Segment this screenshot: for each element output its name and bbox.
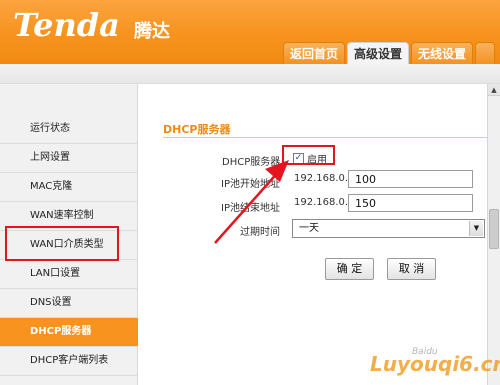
tenda-logo: Tenda <box>13 6 120 44</box>
tab-wireless-settings[interactable]: 无线设置 <box>411 42 474 64</box>
sidebar-item-mac-clone[interactable]: MAC克隆 <box>0 173 138 202</box>
lease-time-value: 一天 <box>299 223 319 234</box>
pool-end-input[interactable] <box>348 194 473 212</box>
tab-advanced-settings[interactable]: 高级设置 <box>347 42 410 65</box>
annotation-box-checkbox <box>282 145 335 165</box>
sidebar-item-dhcp-clients[interactable]: DHCP客户端列表 <box>0 347 138 376</box>
pool-start-input[interactable] <box>348 170 473 188</box>
pool-end-label: IP池结束地址 <box>221 203 280 214</box>
tab-home[interactable]: 返回首页 <box>283 42 346 64</box>
section-title: DHCP服务器 <box>163 123 231 136</box>
lease-time-select[interactable]: 一天 ▼ <box>292 219 485 238</box>
ok-button[interactable]: 确 定 <box>325 258 374 280</box>
tenda-logo-cn: 腾达 <box>134 21 170 42</box>
sub-header-bar <box>0 64 500 84</box>
sidebar-item-lan[interactable]: LAN口设置 <box>0 260 138 289</box>
header-bar: Tenda 腾达 返回首页 高级设置 无线设置 <box>0 0 500 65</box>
pool-start-label: IP池开始地址 <box>221 179 280 190</box>
lease-time-label: 过期时间 <box>240 227 280 238</box>
pool-end-prefix: 192.168.0. <box>294 197 349 208</box>
sidebar-item-internet[interactable]: 上网设置 <box>0 144 138 173</box>
title-divider <box>163 137 490 138</box>
scroll-up-icon[interactable]: ▲ <box>488 84 500 96</box>
tab-more[interactable] <box>475 42 496 64</box>
cancel-button[interactable]: 取 消 <box>387 258 436 280</box>
sidebar-item-status[interactable]: 运行状态 <box>0 115 138 144</box>
dropdown-arrow-icon[interactable]: ▼ <box>469 221 483 236</box>
dhcp-server-label: DHCP服务器 <box>222 157 281 168</box>
site-watermark: Luyouqi6.cn <box>370 352 500 376</box>
sidebar-item-dns[interactable]: DNS设置 <box>0 289 138 318</box>
top-tabs: 返回首页 高级设置 无线设置 <box>283 42 497 65</box>
sidebar-item-dhcp-server[interactable]: DHCP服务器 <box>0 318 138 347</box>
vertical-scrollbar[interactable]: ▲ <box>487 84 500 385</box>
pool-start-prefix: 192.168.0. <box>294 173 349 184</box>
scroll-thumb[interactable] <box>489 209 499 249</box>
annotation-box-sidebar <box>5 226 119 261</box>
